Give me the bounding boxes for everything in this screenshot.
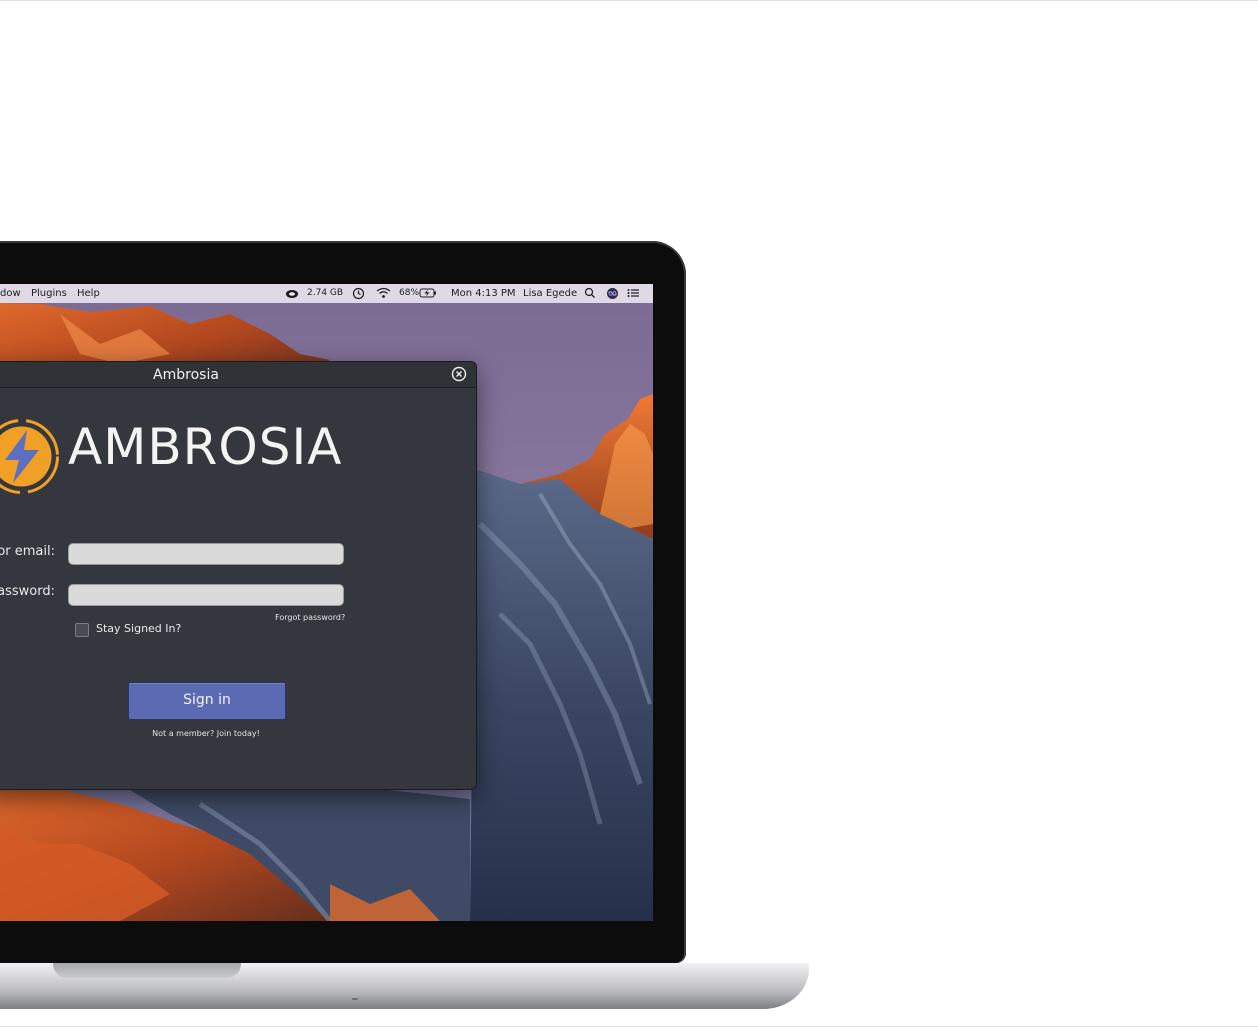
username-input[interactable]	[68, 543, 344, 565]
password-input[interactable]	[68, 584, 344, 606]
username-label: or email:	[0, 544, 55, 559]
siri-icon[interactable]	[606, 287, 619, 300]
close-icon[interactable]	[451, 366, 467, 382]
ambrosia-logo-text: AMBROSIA	[68, 418, 343, 476]
top-divider	[0, 0, 1258, 1]
notification-center-icon[interactable]	[627, 287, 640, 299]
stay-signed-in-checkbox[interactable]	[75, 623, 89, 637]
wifi-icon[interactable]	[376, 287, 391, 299]
clock[interactable]: Mon 4:13 PM	[451, 288, 516, 299]
menu-window[interactable]: dow	[0, 288, 21, 299]
battery-charging-icon[interactable]	[419, 287, 438, 299]
join-link[interactable]: Not a member? Join today!	[128, 729, 284, 738]
memory-usage[interactable]: 2.74 GB	[307, 288, 343, 298]
stay-signed-in-label[interactable]: Stay Signed In?	[96, 622, 181, 635]
battery-percent[interactable]: 68%	[399, 288, 419, 298]
dialog-title: Ambrosia	[153, 367, 219, 383]
password-label: Password:	[0, 584, 55, 599]
creative-cloud-icon[interactable]	[285, 287, 299, 299]
ambrosia-logo-icon	[0, 419, 59, 494]
forgot-password-link[interactable]: Forgot password?	[275, 613, 345, 622]
laptop-notch	[53, 963, 241, 978]
menu-bar: dow Plugins Help 2.74 GB 68% Mon 4:13 PM…	[0, 284, 653, 303]
ambrosia-login-dialog: Ambrosia AMBROSIA or email: Password: Fo…	[0, 361, 477, 790]
laptop-foot	[352, 998, 358, 1000]
laptop-screen: dow Plugins Help 2.74 GB 68% Mon 4:13 PM…	[0, 284, 653, 921]
bottom-divider	[0, 1026, 1258, 1027]
menu-help[interactable]: Help	[77, 288, 100, 299]
menu-plugins[interactable]: Plugins	[31, 288, 67, 299]
user-name[interactable]: Lisa Egede	[523, 288, 577, 299]
spotlight-search-icon[interactable]	[584, 287, 596, 299]
time-machine-icon[interactable]	[352, 287, 365, 300]
sign-in-button[interactable]: Sign in	[128, 682, 286, 720]
dialog-titlebar: Ambrosia	[0, 362, 476, 388]
